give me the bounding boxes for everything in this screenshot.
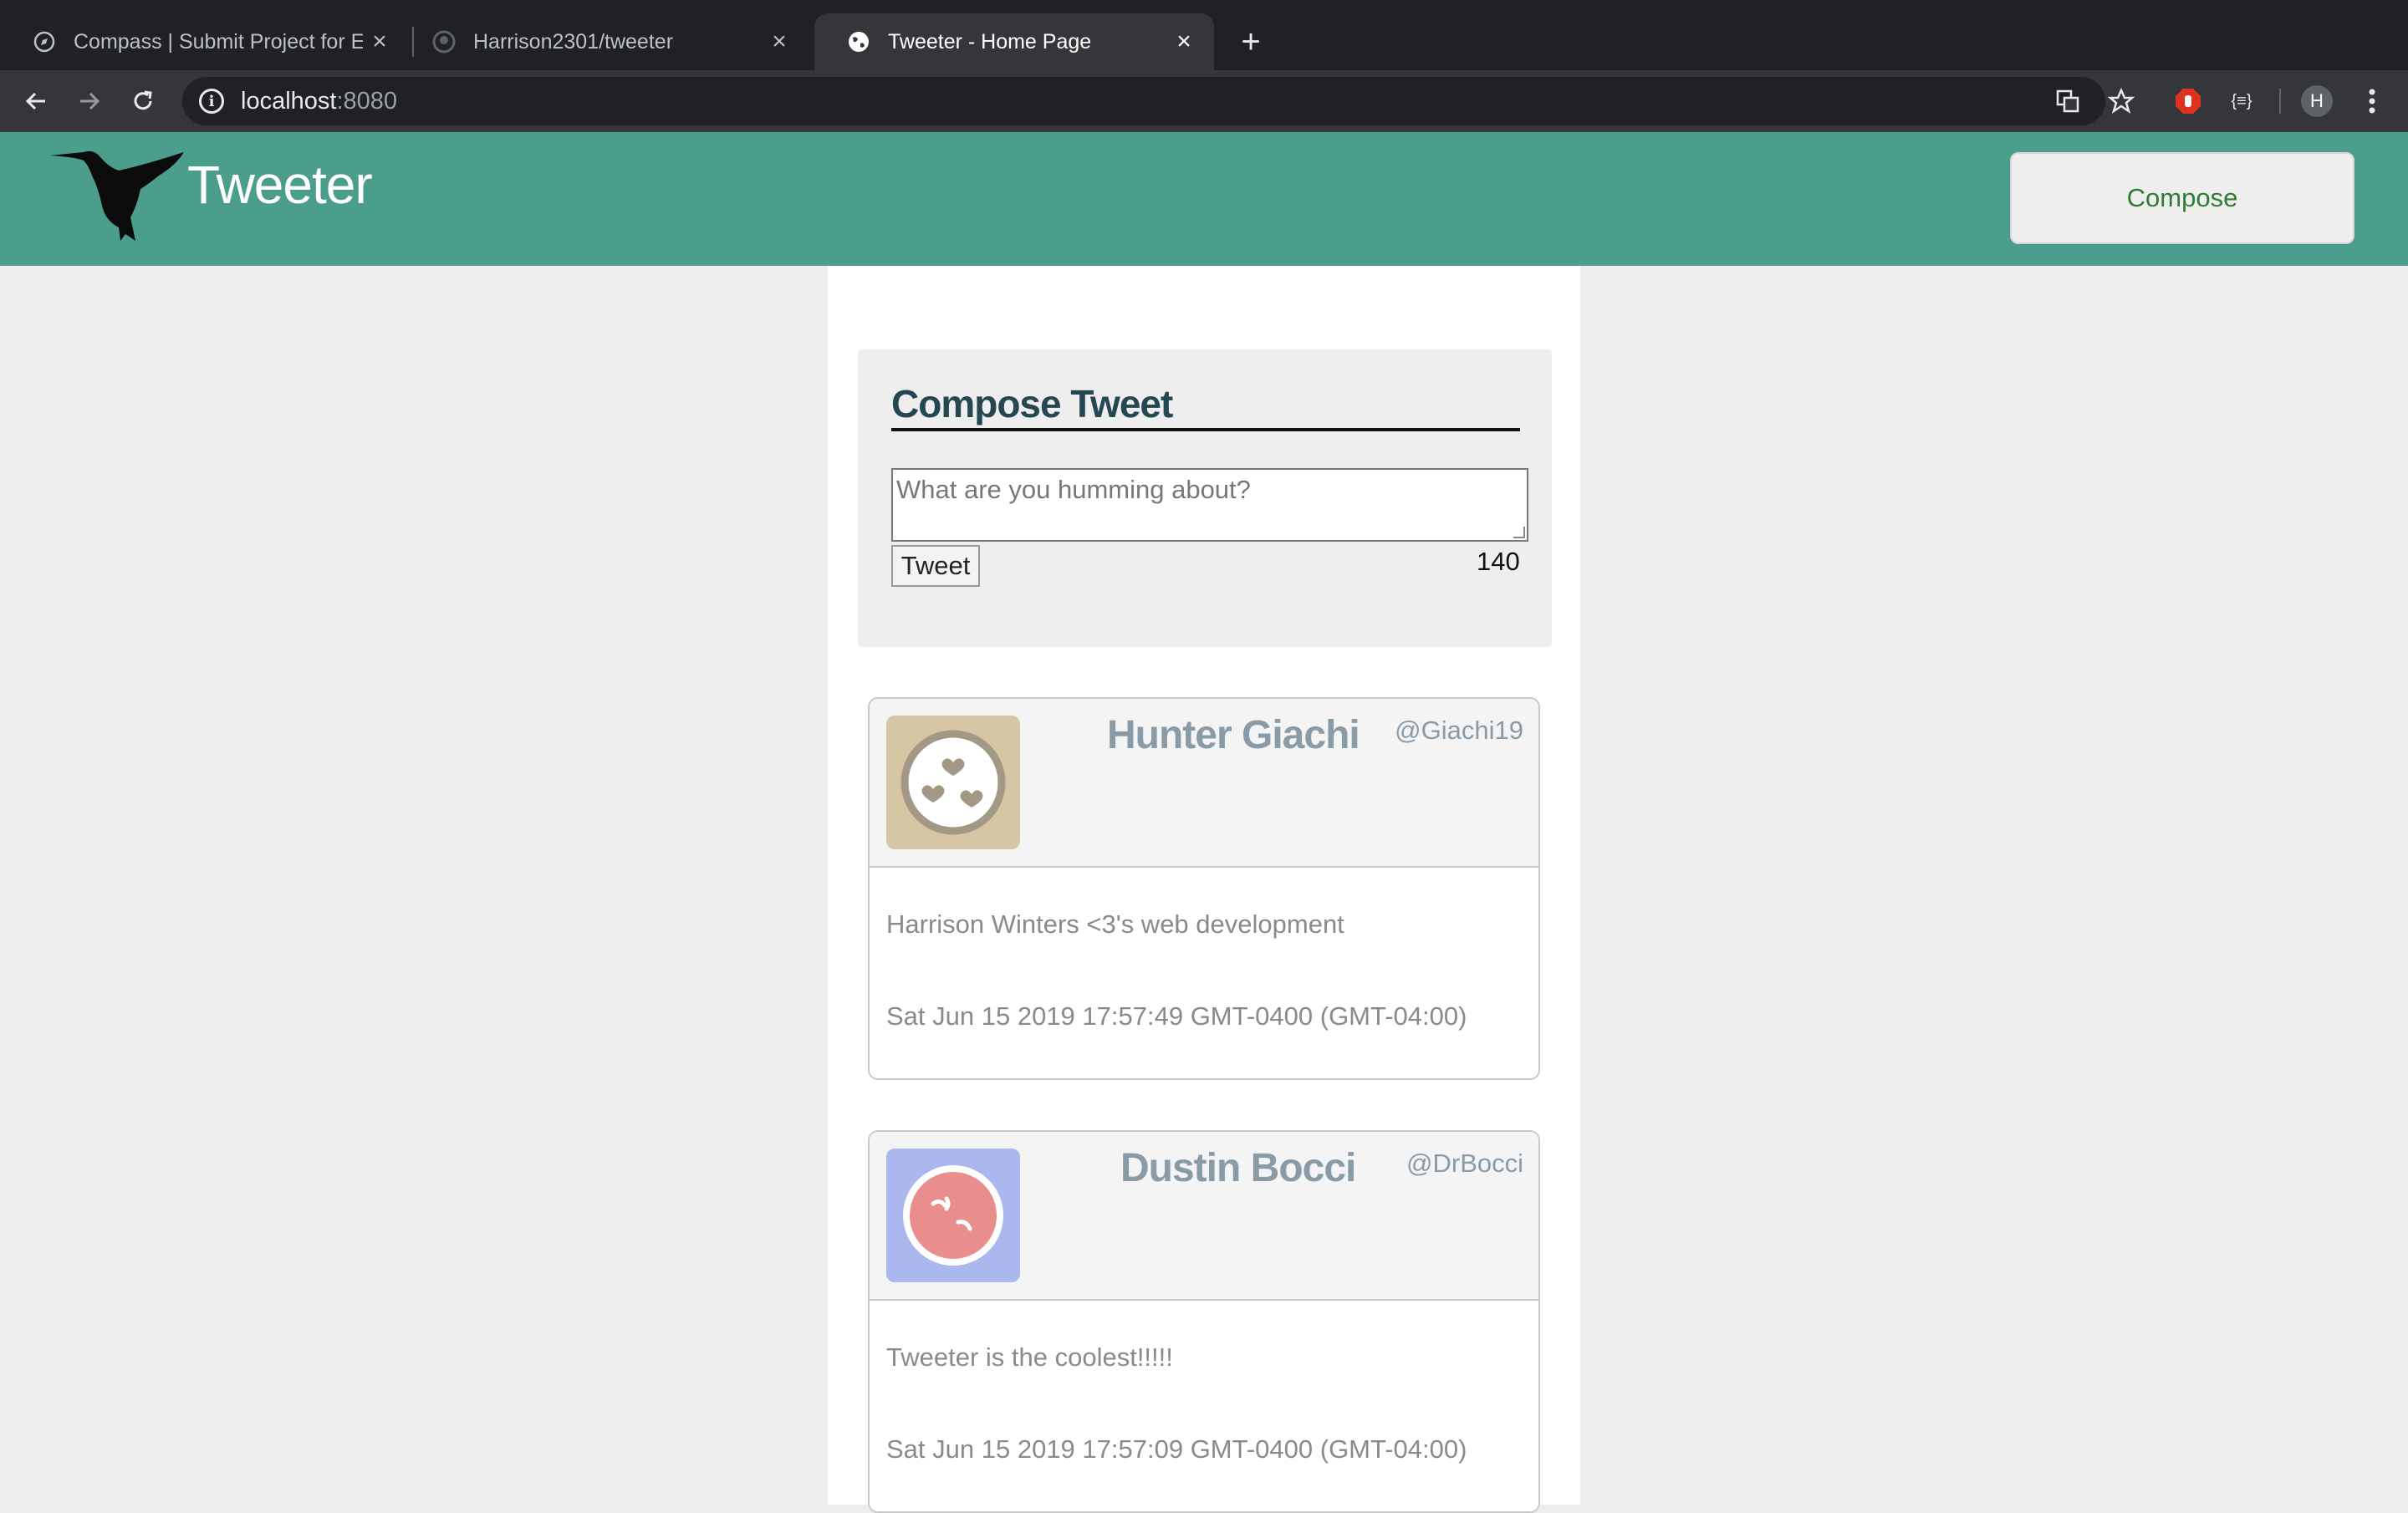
compose-toggle-button[interactable]: Compose (2010, 152, 2354, 244)
tweet-header: Dustin Bocci @DrBocci (870, 1132, 1538, 1301)
forward-icon[interactable] (70, 82, 109, 120)
avatar (886, 1149, 1020, 1282)
reload-icon[interactable] (124, 82, 162, 120)
profile-avatar[interactable]: H (2298, 82, 2336, 120)
tweet-textarea[interactable]: What are you humming about? (891, 468, 1528, 542)
adblock-icon[interactable] (2169, 82, 2207, 120)
tweet-textarea-placeholder: What are you humming about? (896, 475, 1251, 504)
tweet-timestamp: Sat Jun 15 2019 17:57:09 GMT-0400 (GMT-0… (886, 1434, 1467, 1464)
tab-title: Tweeter - Home Page (888, 29, 1092, 53)
info-icon[interactable]: i (199, 89, 224, 114)
hummingbird-logo-icon (50, 150, 184, 241)
tweet-author-name: Dustin Bocci (1120, 1146, 1356, 1190)
site-header: Tweeter Compose (0, 132, 2408, 266)
tab-title: Harrison2301/tweeter (473, 29, 674, 53)
address-bar[interactable]: i localhost:8080 (182, 77, 2105, 125)
close-icon[interactable]: × (363, 25, 396, 59)
browser-tab-bar: Compass | Submit Project for E × Harriso… (0, 0, 2408, 70)
avatar (886, 716, 1020, 849)
compass-icon (32, 29, 57, 54)
json-viewer-icon[interactable]: {≡} (2222, 82, 2261, 120)
toolbar-divider (2279, 89, 2281, 114)
bookmark-star-icon[interactable] (2102, 82, 2140, 120)
tab-title: Compass | Submit Project for E (74, 29, 363, 53)
browser-tab-compass[interactable]: Compass | Submit Project for E × (0, 13, 410, 70)
compose-title: Compose Tweet (891, 381, 1520, 431)
main-container: Compose Tweet What are you humming about… (828, 266, 1580, 1513)
avatar-hearts-icon (900, 730, 1006, 835)
resize-grip-icon[interactable] (1513, 527, 1525, 538)
brand-title: Tweeter (187, 155, 373, 215)
browser-tab-tweeter[interactable]: Tweeter - Home Page × (814, 13, 1214, 70)
tweet-submit-button[interactable]: Tweet (891, 545, 980, 587)
translate-icon[interactable] (2048, 82, 2087, 120)
browser-tab-github[interactable]: Harrison2301/tweeter × (400, 13, 809, 70)
tweet-card: Hunter Giachi @Giachi19 Harrison Winters… (868, 697, 1540, 1080)
tweet-text: Harrison Winters <3's web development (886, 909, 1344, 939)
tweet-body: Harrison Winters <3's web development Sa… (870, 868, 1538, 1077)
compose-tweet-section: Compose Tweet What are you humming about… (858, 349, 1552, 647)
close-icon[interactable]: × (763, 25, 796, 59)
tweet-header: Hunter Giachi @Giachi19 (870, 699, 1538, 868)
close-icon[interactable]: × (1167, 25, 1201, 59)
tweet-timestamp: Sat Jun 15 2019 17:57:49 GMT-0400 (GMT-0… (886, 1001, 1467, 1031)
menu-kebab-icon[interactable] (2353, 82, 2391, 120)
url-text: localhost:8080 (241, 87, 398, 115)
avatar-face-icon (903, 1165, 1003, 1266)
character-counter: 140 (1477, 547, 1520, 576)
globe-icon (846, 29, 871, 54)
profile-initial: H (2301, 85, 2333, 117)
tweet-author-handle: @Giachi19 (1395, 716, 1523, 745)
new-tab-icon[interactable]: + (1232, 23, 1269, 60)
tweet-author-name: Hunter Giachi (1107, 713, 1360, 757)
tweet-author-handle: @DrBocci (1406, 1149, 1523, 1178)
browser-toolbar: i localhost:8080 {≡} H (0, 70, 2408, 132)
github-icon (431, 29, 457, 54)
tweet-body: Tweeter is the coolest!!!!! Sat Jun 15 2… (870, 1301, 1538, 1510)
tweet-text: Tweeter is the coolest!!!!! (886, 1342, 1173, 1372)
tweet-card: Dustin Bocci @DrBocci Tweeter is the coo… (868, 1130, 1540, 1513)
back-icon[interactable] (17, 82, 55, 120)
page: Tweeter Compose Compose Tweet What are y… (0, 132, 2408, 1513)
